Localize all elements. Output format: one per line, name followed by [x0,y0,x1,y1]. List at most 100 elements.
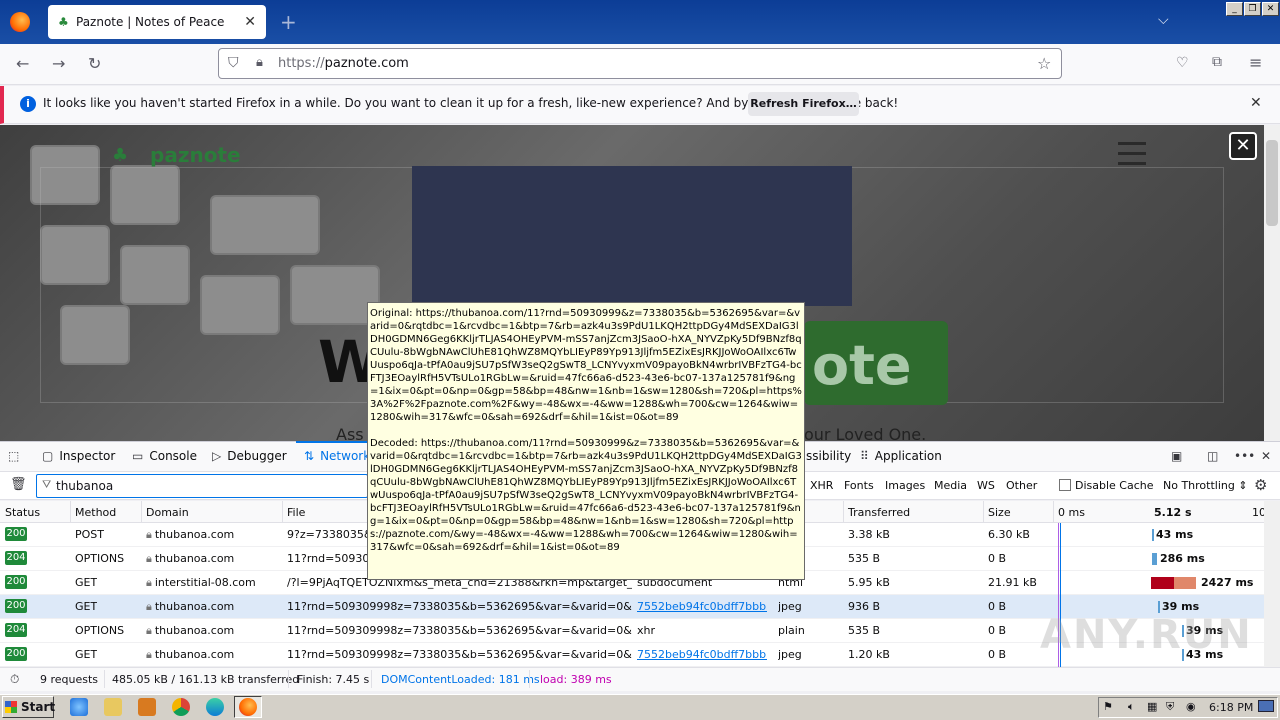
windows-flag-icon [5,701,17,713]
filter-ws[interactable]: WS [977,479,995,492]
tab-debugger[interactable]: ▷ Debugger [212,449,287,463]
firefox-logo-icon[interactable] [10,12,30,32]
responsive-design-icon[interactable]: ▣ [1171,449,1182,463]
status-badge: 204 [5,623,27,637]
notification-close-icon[interactable]: ✕ [1250,95,1262,111]
tab-accessibility[interactable]: ssibility [806,449,851,463]
filter-xhr[interactable]: XHR [810,479,833,492]
tab-close-icon[interactable]: ✕ [244,14,256,30]
info-icon: i [20,96,36,112]
filter-fonts[interactable]: Fonts [844,479,874,492]
bookmark-star-icon[interactable]: ☆ [1037,54,1051,73]
tab-network[interactable]: ⇅ Network [304,449,370,463]
back-icon[interactable]: ← [16,54,29,73]
filter-images[interactable]: Images [885,479,925,492]
request-transferred: 5.95 kB [848,576,890,589]
menu-icon[interactable]: ≡ [1249,53,1262,72]
request-file: 11?rnd=509309998z=7338035&b=5362695&var=… [287,648,632,661]
window-controls: _ ❐ ✕ [1226,2,1279,16]
column-divider [983,501,984,523]
col-status[interactable]: Status [5,506,40,519]
site-menu-icon[interactable] [1118,142,1146,172]
waterfall-tick-0: 0 ms [1058,506,1085,519]
more-options-icon[interactable]: ••• [1234,449,1255,463]
request-type: jpeg [778,648,802,661]
col-method[interactable]: Method [75,506,116,519]
new-tab-icon[interactable]: + [280,10,297,34]
request-time: 43 ms [1156,528,1194,541]
trash-icon[interactable]: 🗑︎ [10,477,27,492]
tab-application[interactable]: ⠿ Application [860,449,942,463]
request-method: GET [75,600,98,613]
tray-flag-icon[interactable]: ⚑ [1103,700,1113,713]
chevron-down-icon[interactable]: ⌵ [1158,12,1169,28]
timing-bar [1152,529,1154,541]
security-tray-icon[interactable]: ⛨ [1166,700,1174,714]
throttling-select[interactable]: No Throttling ⇕ [1163,479,1248,492]
overlay-close-button[interactable]: ✕ [1229,132,1257,160]
col-domain[interactable]: Domain [146,506,189,519]
disable-cache-checkbox[interactable] [1059,479,1071,491]
request-domain: thubanoa.com [154,624,235,637]
col-size[interactable]: Size [988,506,1011,519]
request-file: 9?z=7338035&r [287,528,367,541]
request-method: GET [75,648,98,661]
url-text[interactable]: https://paznote.com [278,56,409,71]
request-file: 11?rnd=5093099 [287,552,367,565]
reload-icon[interactable]: ↻ [88,54,101,73]
col-transferred[interactable]: Transferred [848,506,910,519]
url-tooltip: Original: https://thubanoa.com/11?rnd=50… [367,302,805,580]
lock-icon: 🔒︎ [146,624,152,637]
request-transferred: 936 B [848,600,881,613]
lock-icon[interactable]: 🔒︎ [256,55,263,70]
chrome-icon[interactable] [172,698,190,716]
tab-console-label: Console [149,449,197,463]
pocket-icon[interactable]: ♡ [1176,55,1189,71]
site-logo[interactable]: paznote [150,143,241,167]
url-host: paznote.com [324,56,409,71]
internet-explorer-icon[interactable] [70,698,88,716]
taskbar-clock[interactable]: 6:18 PM [1209,701,1253,714]
filter-other[interactable]: Other [1006,479,1037,492]
performance-timer-icon[interactable]: ⏱ [10,672,19,687]
col-file[interactable]: File [287,506,305,519]
volume-icon[interactable]: 🔈︎ [1128,700,1135,714]
browser-tab[interactable]: ♣ Paznote | Notes of Peace ✕ [48,5,266,39]
request-type: plain [778,624,805,637]
devtools-close-icon[interactable]: ✕ [1261,449,1271,463]
restore-icon[interactable]: ❐ [1244,2,1261,16]
request-file: 11?rnd=509309998z=7338035&b=5362695&var=… [287,600,632,613]
request-size: 0 B [988,624,1007,637]
tray-app-icon[interactable]: ◉ [1186,700,1196,713]
filter-media[interactable]: Media [934,479,967,492]
folder-icon[interactable] [104,698,122,716]
status-divider [288,670,289,688]
element-picker-icon[interactable]: ⬚ [8,449,19,463]
network-tray-icon[interactable]: ▦ [1147,700,1157,713]
edge-icon[interactable] [206,698,224,716]
request-time: 2427 ms [1201,576,1254,589]
ad-banner[interactable] [412,166,852,306]
column-divider [1053,501,1054,523]
shield-icon[interactable]: ⛉ [228,55,239,71]
request-initiator-link[interactable]: 7552beb94fc0bdff7bbb3… [637,600,767,613]
extensions-icon[interactable]: ⧉ [1212,54,1222,70]
dock-icon[interactable]: ◫ [1207,449,1218,463]
paznote-logo-icon: ♣ [112,145,129,166]
devtools-scrollbar[interactable] [1264,501,1280,667]
show-desktop-icon[interactable] [1258,700,1274,712]
close-window-icon[interactable]: ✕ [1262,2,1279,16]
request-transferred: 1.20 kB [848,648,890,661]
page-scrollbar-thumb[interactable] [1266,140,1278,226]
settings-gear-icon[interactable]: ⚙ [1254,476,1267,494]
tooltip-decoded-url: Decoded: https://thubanoa.com/11?rnd=509… [370,438,802,553]
request-initiator: xhr [637,624,656,637]
refresh-firefox-button[interactable]: Refresh Firefox… [748,92,859,116]
minimize-icon[interactable]: _ [1226,2,1243,16]
tab-inspector[interactable]: ▢ Inspector [42,449,115,463]
tab-console[interactable]: ▭ Console [132,449,197,463]
forward-icon[interactable]: → [52,54,65,73]
media-player-icon[interactable] [138,698,156,716]
network-icon: ⇅ [304,449,315,463]
request-initiator-link[interactable]: 7552beb94fc0bdff7bbb3… [637,648,767,661]
